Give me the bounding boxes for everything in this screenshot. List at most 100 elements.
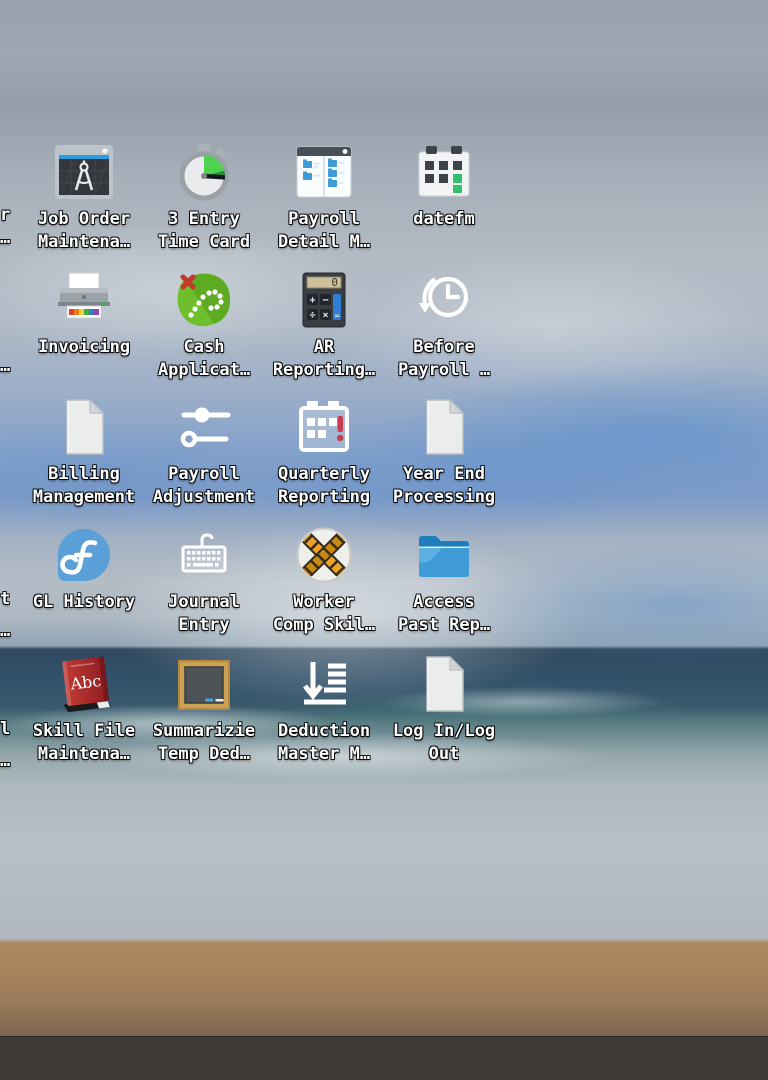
dictionary-icon: Abc xyxy=(52,652,116,716)
icon-label-line: Adjustment xyxy=(152,487,256,507)
icon-label: Deduction Master M… xyxy=(278,720,370,766)
icon-label: datefm xyxy=(413,208,474,231)
desktop-icon-year-end-processing[interactable]: Year End Processing xyxy=(384,395,504,509)
icon-label-line: Log In/Log xyxy=(392,721,496,741)
desktop-icon-worker-comp-skill[interactable]: Worker Comp Skil… xyxy=(264,523,384,637)
icon-label-line: Detail M… xyxy=(277,232,371,252)
icon-label: Before Payroll … xyxy=(398,336,490,382)
icon-label: Worker Comp Skil… xyxy=(273,591,375,637)
icon-label-line: Reporting xyxy=(277,487,371,507)
icon-label: Job Order Maintena… xyxy=(38,208,130,254)
desktop-icon-invoicing[interactable]: Invoicing xyxy=(24,268,144,359)
icon-label: GL History xyxy=(33,591,135,614)
clipped-icon-label[interactable]: t xyxy=(0,588,10,611)
svg-text:Abc: Abc xyxy=(68,671,102,694)
icon-label-line: Master M… xyxy=(277,744,371,764)
icon-label: Journal Entry xyxy=(168,591,240,637)
icon-label: Summarizie Temp Ded… xyxy=(153,720,255,766)
svg-text:−: − xyxy=(322,295,328,306)
clipped-icon-label[interactable]: … xyxy=(0,750,10,773)
desktop-icon-datefm[interactable]: datefm xyxy=(384,140,504,231)
desktop-icon-journal-entry[interactable]: Journal Entry xyxy=(144,523,264,637)
svg-text:÷: ÷ xyxy=(309,310,315,321)
sliders-icon xyxy=(172,395,236,459)
icon-label-line: Billing xyxy=(48,464,120,484)
clipped-icon-label[interactable]: … xyxy=(0,355,10,378)
icon-label: Cash Applicat… xyxy=(158,336,250,382)
icon-label-line: Invoicing xyxy=(37,337,131,357)
icon-label-line: Management xyxy=(32,487,136,507)
desktop-icon-skill-file-maintenance[interactable]: Abc Skill File Maintena… xyxy=(24,652,144,766)
icon-label: AR Reporting… xyxy=(273,336,375,382)
icon-label-line: Skill File xyxy=(32,721,136,741)
clipped-icon-label[interactable]: l xyxy=(0,718,10,741)
desktop-icon-summarize-temp-deductions[interactable]: Summarizie Temp Ded… xyxy=(144,652,264,766)
icon-label-line: GL History xyxy=(32,592,136,612)
desktop-icon-billing-management[interactable]: Billing Management xyxy=(24,395,144,509)
icon-label-line: 3 Entry xyxy=(168,209,240,229)
icon-label-line: Journal xyxy=(168,592,240,612)
clipped-icon-label[interactable]: … xyxy=(0,227,10,250)
icon-label-line: Entry xyxy=(178,615,230,635)
svg-text:=: = xyxy=(335,311,340,320)
icon-label-line: AR xyxy=(313,337,335,357)
desktop-icon-quarterly-reporting[interactable]: Quarterly Reporting xyxy=(264,395,384,509)
folder-icon xyxy=(412,523,476,587)
icon-label: Skill File Maintena… xyxy=(33,720,135,766)
printer-icon xyxy=(52,268,116,332)
icon-label: Invoicing xyxy=(38,336,130,359)
icon-label-line: Time Card xyxy=(157,232,251,252)
icon-label: Payroll Detail M… xyxy=(278,208,370,254)
keyboard-icon xyxy=(172,523,236,587)
crossed-rulers-icon xyxy=(292,523,356,587)
calendar-alert-icon xyxy=(292,395,356,459)
desktop-icon-payroll-adjustment[interactable]: Payroll Adjustment xyxy=(144,395,264,509)
icon-label: 3 Entry Time Card xyxy=(158,208,250,254)
icon-label-line: Year End xyxy=(403,464,485,484)
icon-label: Payroll Adjustment xyxy=(153,463,255,509)
icon-label-line: Reporting… xyxy=(272,360,376,380)
desktop-icon-payroll-detail[interactable]: Payroll Detail M… xyxy=(264,140,384,254)
icon-label: Quarterly Reporting xyxy=(278,463,370,509)
desktop-icon-grid: Job Order Maintena… 3 Entry Time Card Payr… xyxy=(0,0,768,1080)
desktop-icon-gl-history[interactable]: GL History xyxy=(24,523,144,614)
icon-label-line: Worker xyxy=(293,592,355,612)
builder-icon xyxy=(52,140,116,204)
fedora-icon xyxy=(52,523,116,587)
document-icon xyxy=(52,395,116,459)
calendar-grid-icon xyxy=(412,140,476,204)
icon-label-line: Quarterly xyxy=(277,464,371,484)
desktop-icon-deduction-master[interactable]: Deduction Master M… xyxy=(264,652,384,766)
icon-label-line: Cash xyxy=(183,337,225,357)
stopwatch-icon xyxy=(172,140,236,204)
sort-descending-icon xyxy=(292,652,356,716)
document-icon xyxy=(412,652,476,716)
desktop-icon-cash-application[interactable]: Cash Applicat… xyxy=(144,268,264,382)
desktop-icon-job-order-maintenance[interactable]: Job Order Maintena… xyxy=(24,140,144,254)
icon-label-line: datefm xyxy=(413,209,475,229)
taskbar[interactable] xyxy=(0,1036,768,1080)
icon-label-line: Temp Ded… xyxy=(157,744,251,764)
icon-label-line: Before xyxy=(413,337,475,357)
desktop-icon-access-past-reports[interactable]: Access Past Rep… xyxy=(384,523,504,637)
window-files-icon xyxy=(292,140,356,204)
desktop-icon-log-in-log-out[interactable]: Log In/Log Out xyxy=(384,652,504,766)
icon-label-line: Maintena… xyxy=(37,232,131,252)
history-clock-icon xyxy=(412,268,476,332)
desktop-icon-before-payroll[interactable]: Before Payroll … xyxy=(384,268,504,382)
icon-label-line: Payroll xyxy=(168,464,240,484)
clipped-icon-label[interactable]: … xyxy=(0,620,10,643)
desktop-icon-ar-reporting[interactable]: 0 + − ÷ × = AR Reporting… xyxy=(264,268,384,382)
icon-label-line: Job Order xyxy=(37,209,131,229)
desktop-icon-entry-time-card[interactable]: 3 Entry Time Card xyxy=(144,140,264,254)
svg-text:×: × xyxy=(322,310,328,321)
icon-label: Log In/Log Out xyxy=(393,720,495,766)
maps-leaf-icon xyxy=(172,268,236,332)
blackboard-icon xyxy=(172,652,236,716)
icon-label: Year End Processing xyxy=(393,463,495,509)
icon-label-line: Out xyxy=(428,744,460,764)
clipped-icon-label[interactable]: r xyxy=(0,204,10,227)
icon-label-line: Maintena… xyxy=(37,744,131,764)
icon-label: Access Past Rep… xyxy=(398,591,490,637)
icon-label-line: Access xyxy=(413,592,475,612)
